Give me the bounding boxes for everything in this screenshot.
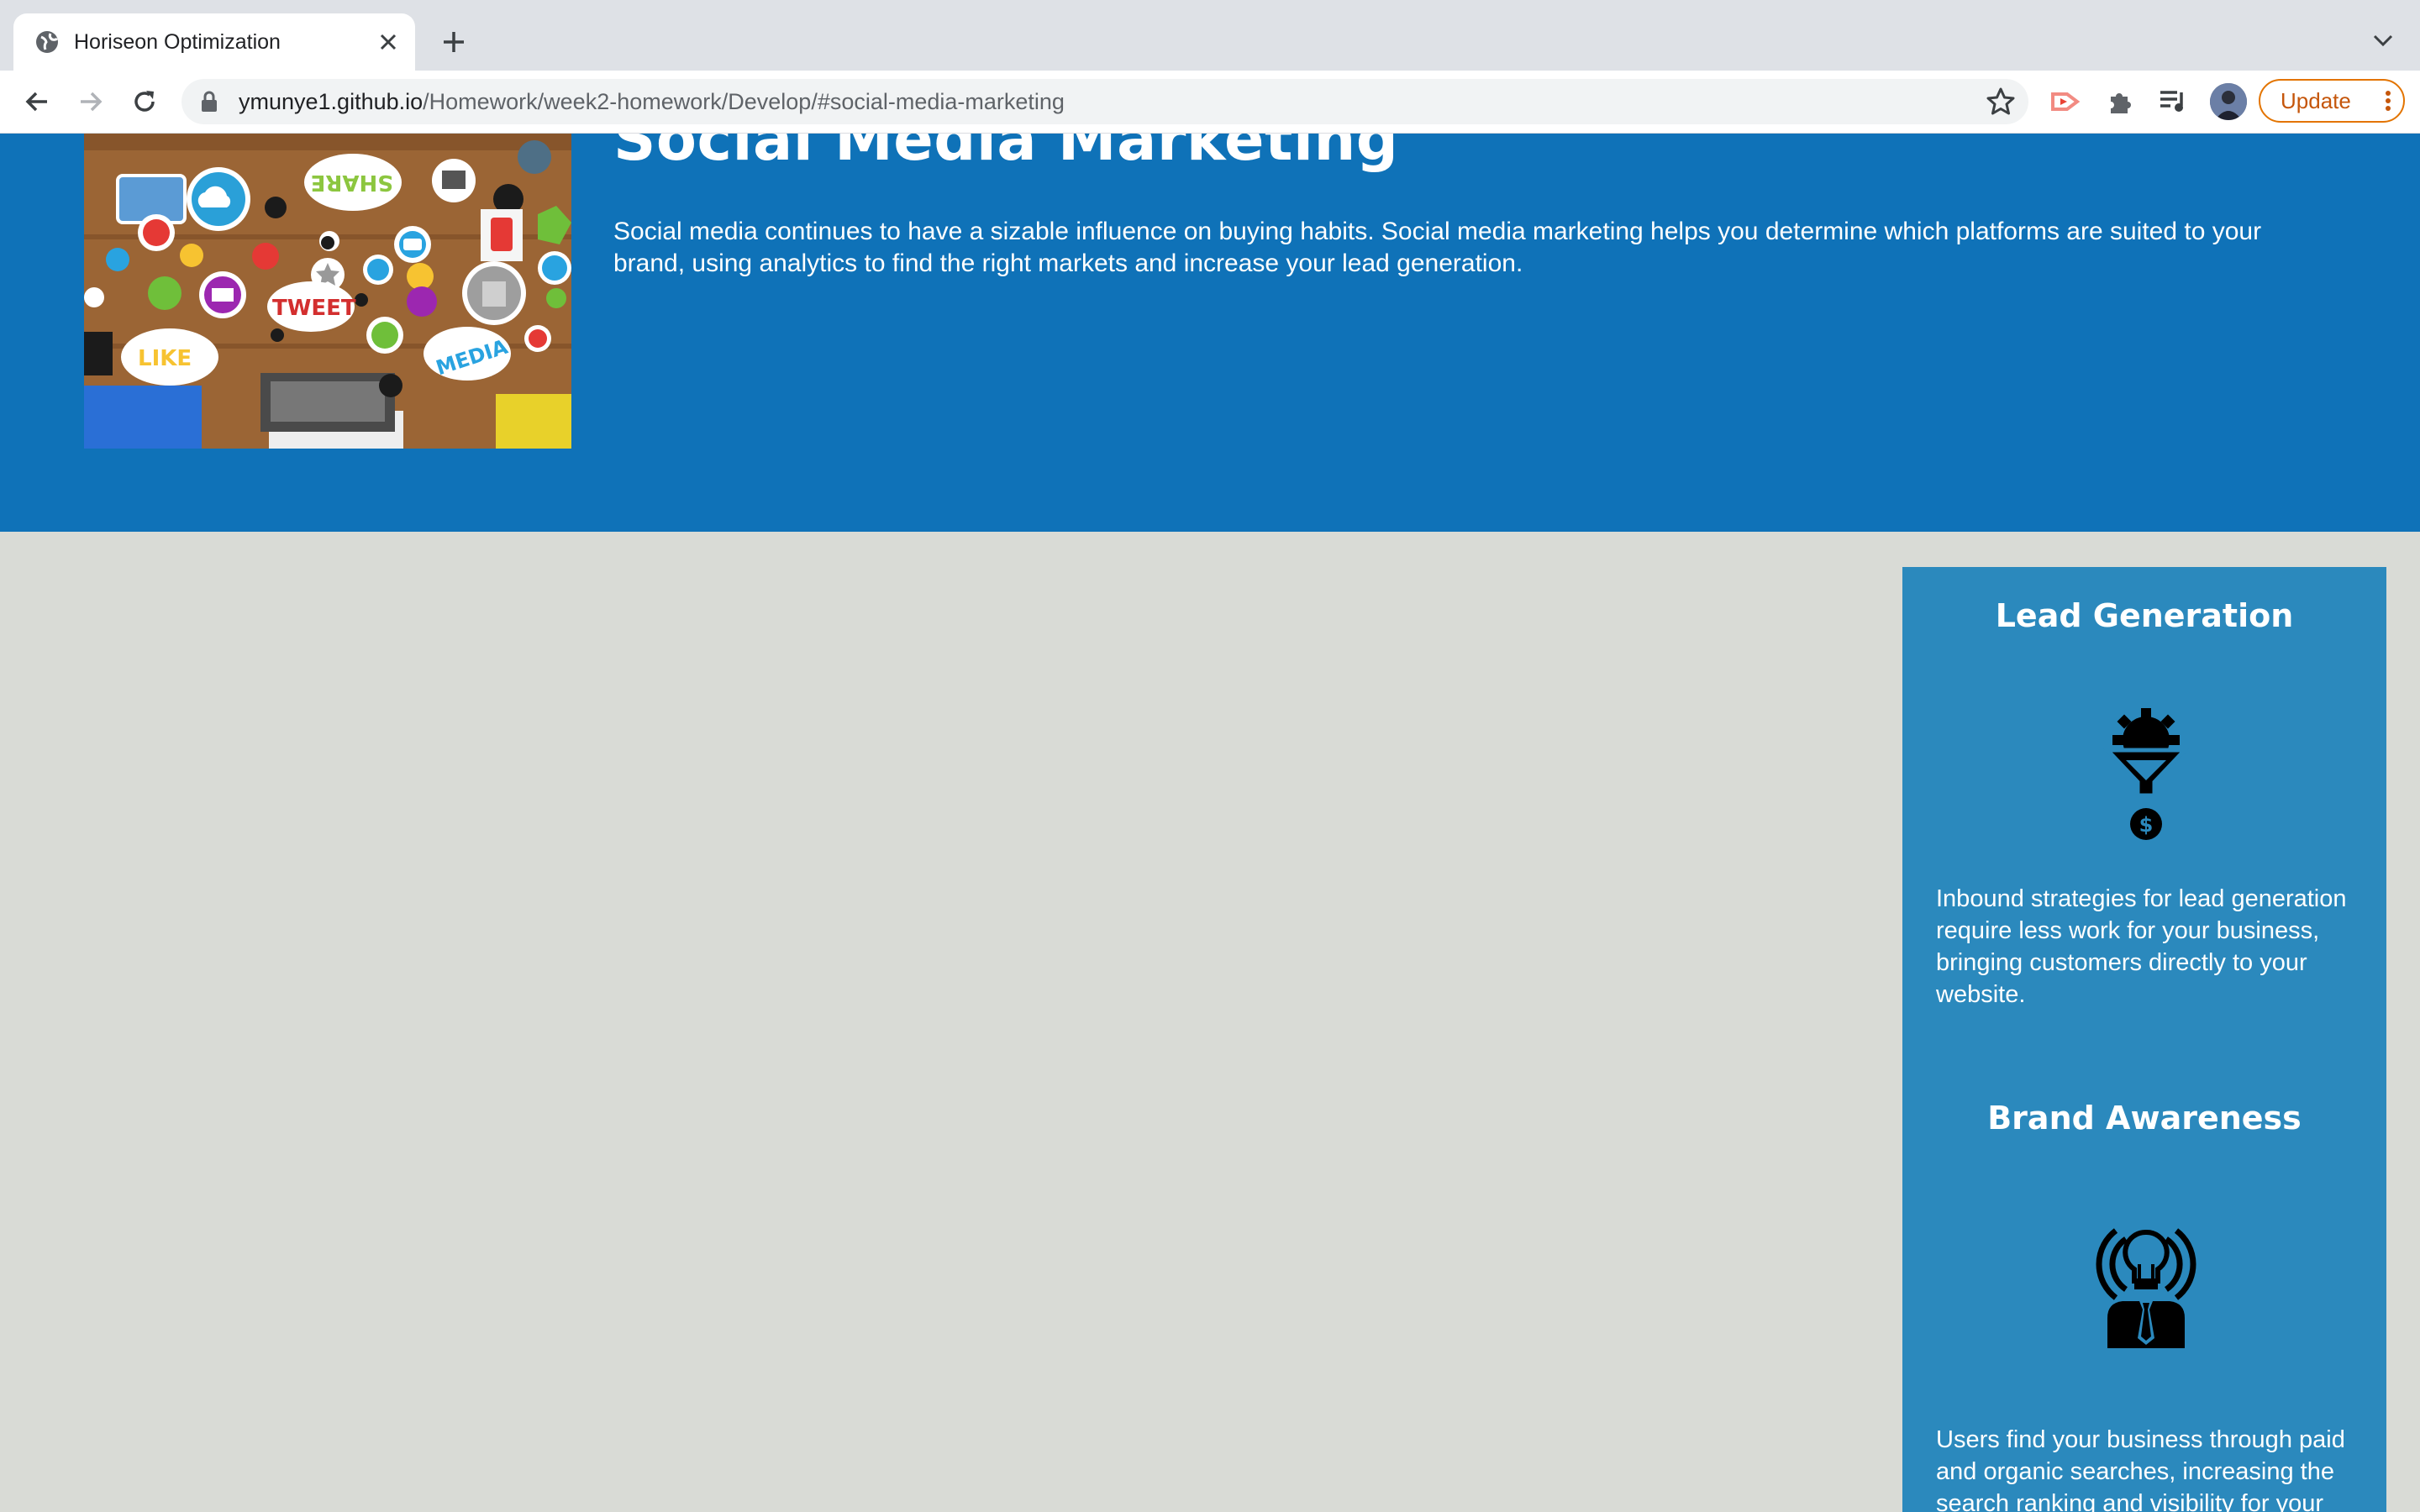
svg-text:$: $	[2139, 813, 2154, 837]
tweet-word: TWEET	[272, 296, 356, 321]
puzzle-extensions-icon[interactable]	[2099, 81, 2139, 122]
new-tab-icon[interactable]	[434, 22, 474, 62]
tab-title: Horiseon Optimization	[74, 30, 281, 54]
browser-toolbar: ymunye1.github.io/Homework/week2-homewor…	[0, 71, 2420, 134]
profile-avatar[interactable]	[2210, 83, 2247, 120]
section-title: Social Media Marketing	[613, 134, 1399, 174]
browser-tab[interactable]: Horiseon Optimization	[13, 13, 415, 71]
url-text[interactable]: ymunye1.github.io/Homework/week2-homewor…	[239, 79, 1065, 124]
tab-strip: Horiseon Optimization	[0, 0, 2420, 71]
brand-awareness-icon	[2096, 1228, 2196, 1348]
reload-icon[interactable]	[124, 81, 165, 122]
section-description: Social media continues to have a sizable…	[613, 218, 2262, 277]
lock-icon[interactable]	[198, 91, 220, 113]
url-path: /Homework/week2-homework/Develop/#social…	[423, 89, 1065, 114]
back-arrow-icon[interactable]	[17, 81, 57, 122]
forward-arrow-icon[interactable]	[71, 81, 111, 122]
url-host: ymunye1.github.io	[239, 89, 424, 114]
benefit-title-brand-awareness: Brand Awareness	[1987, 1100, 2302, 1137]
globe-icon	[36, 31, 59, 53]
address-bar[interactable]: ymunye1.github.io/Homework/week2-homewor…	[182, 79, 2028, 124]
social-media-marketing-section: SHARE TWEET LIKE MEDIA Social Media Mark…	[0, 134, 2420, 532]
page-viewport: SHARE TWEET LIKE MEDIA Social Media Mark…	[0, 134, 2420, 1512]
update-button[interactable]: Update	[2259, 79, 2405, 123]
cast-extension-icon[interactable]	[2045, 81, 2086, 122]
close-icon[interactable]	[371, 25, 405, 59]
share-word: SHARE	[311, 170, 393, 195]
update-label: Update	[2281, 88, 2351, 113]
more-vert-icon	[2386, 91, 2391, 111]
bookmark-star-icon[interactable]	[1985, 86, 2017, 118]
benefit-title-lead-generation: Lead Generation	[1995, 597, 2294, 634]
benefits-panel: Lead Generation $ Inbound strategies for…	[1902, 567, 2386, 1512]
chevron-down-icon[interactable]	[2365, 22, 2402, 59]
benefit-text-lead-generation: Inbound strategies for lead generation r…	[1936, 885, 2347, 1008]
media-queue-icon[interactable]	[2153, 81, 2193, 122]
social-media-image: SHARE TWEET LIKE MEDIA	[84, 134, 571, 449]
lead-generation-icon: $	[2102, 708, 2190, 840]
like-word: LIKE	[138, 346, 192, 371]
benefit-text-brand-awareness: Users find your business through paid an…	[1936, 1426, 2345, 1512]
